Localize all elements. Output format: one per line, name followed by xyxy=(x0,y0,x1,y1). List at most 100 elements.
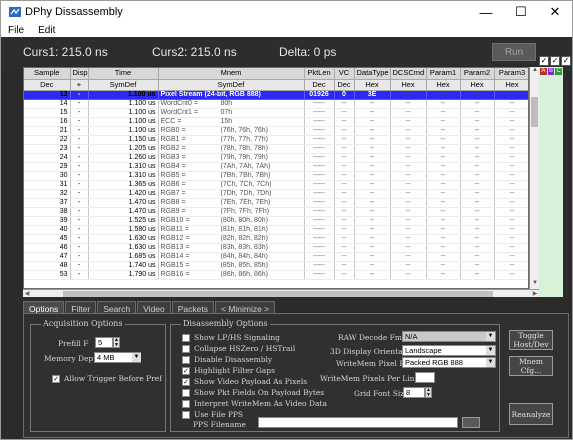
browse-button[interactable] xyxy=(462,417,480,428)
checkbox-box[interactable] xyxy=(182,355,190,364)
chevron-down-icon[interactable]: ▼ xyxy=(486,346,495,355)
prefill-stepper-icon[interactable]: ▲ ▼ xyxy=(113,337,120,348)
horizontal-scrollbar[interactable]: ◀ ▶ xyxy=(23,289,539,297)
column-header[interactable]: Disp xyxy=(70,68,89,80)
checkbox-box[interactable] xyxy=(182,344,190,353)
table-row[interactable]: 37-1.470 us RGB8 = (7Eh, 7Eh, 7Eh) ----- -- -… xyxy=(24,198,528,208)
column-format[interactable]: + xyxy=(70,79,89,91)
table-row[interactable]: 15-1.100 us WordCnt1 = 07h ----- -- -- -- -- -- -… xyxy=(24,108,528,118)
marker-a-icon[interactable]: A xyxy=(540,68,547,75)
check-icon[interactable]: ✓ xyxy=(550,56,560,66)
table-row[interactable]: 24-1.260 us RGB3 = (79h, 79h, 79h) ----- -- -… xyxy=(24,153,528,163)
table-row[interactable]: 23-1.205 us RGB2 = (78h, 78h, 78h) ----- -- -… xyxy=(24,144,528,154)
param1-cell: -- xyxy=(426,90,461,100)
column-header[interactable]: Param3 xyxy=(494,68,528,80)
mnem-cfg-button[interactable]: Mnem Cfg... xyxy=(509,356,553,376)
grid-font-stepper-icon[interactable]: ▲ ▼ xyxy=(425,387,432,398)
table-row[interactable]: 39-1.525 us RGB10 = (80h, 80h, 80h) ----- --… xyxy=(24,216,528,226)
column-format[interactable]: Hex xyxy=(460,79,495,91)
toggle-host-dev-button[interactable]: Toggle Host/Dev xyxy=(509,330,553,350)
allow-trigger-checkbox[interactable]: ✓ Allow Trigger Before Pref xyxy=(52,374,162,383)
grid-font-input[interactable]: 8 xyxy=(403,387,425,398)
table-row[interactable]: 40-1.580 us RGB11 = (81h, 81h, 81h) ----- --… xyxy=(24,225,528,235)
column-format[interactable]: Dec xyxy=(334,79,355,91)
column-header[interactable]: Param1 xyxy=(426,68,461,80)
scroll-thumb-h[interactable] xyxy=(63,291,493,297)
close-icon[interactable]: ✕ xyxy=(538,1,572,23)
checkbox-box[interactable]: ✓ xyxy=(52,374,60,383)
reanalyze-button[interactable]: Reanalyze xyxy=(509,403,553,425)
column-format[interactable]: SymDef xyxy=(158,79,305,91)
disassembly-option-checkbox[interactable]: Collapse HSZero / HSTrail xyxy=(182,344,295,353)
scroll-right-icon[interactable]: ▶ xyxy=(531,290,539,298)
orientation-select[interactable]: Landscape xyxy=(402,345,496,356)
column-format[interactable]: Dec xyxy=(24,79,71,91)
disassembly-option-checkbox[interactable]: ✓ Show Video Payload As Pixels xyxy=(182,377,307,386)
dcscmd-cell: -- xyxy=(390,234,427,244)
table-row[interactable]: 47-1.685 us RGB14 = (84h, 84h, 84h) ----- --… xyxy=(24,252,528,262)
checkbox-box[interactable]: ✓ xyxy=(182,366,190,375)
prefill-input[interactable]: 5 xyxy=(95,337,113,348)
column-header[interactable]: DataType xyxy=(354,68,391,80)
checkbox-box[interactable] xyxy=(182,399,190,408)
table-row[interactable]: 48-1.740 us RGB15 = (85h, 85h, 85h) ----- --… xyxy=(24,261,528,271)
marker-b-icon[interactable]: B xyxy=(547,68,555,75)
check-icon[interactable]: ✓ xyxy=(539,56,549,66)
table-row[interactable]: 31-1.365 us RGB6 = (7Ch, 7Ch, 7Ch) ----- -- -… xyxy=(24,180,528,190)
disassembly-option-checkbox[interactable]: Interpret WriteMem As Video Data xyxy=(182,399,327,408)
checkbox-box[interactable]: ✓ xyxy=(182,377,190,386)
table-row[interactable]: 16-1.100 us ECC = 15h ----- -- -- -- -- -- -- xyxy=(24,117,528,127)
table-row[interactable]: 53-1.790 us RGB16 = (86h, 86h, 86h) ----- --… xyxy=(24,270,528,280)
run-button[interactable]: Run xyxy=(492,43,536,61)
check-icon[interactable]: ✓ xyxy=(561,56,571,66)
disassembly-option-checkbox[interactable]: ✓ Highlight Filter Gaps xyxy=(182,366,275,375)
disassembly-option-checkbox[interactable]: Show Pkt Fields On Payload Bytes xyxy=(182,388,324,397)
column-format[interactable]: Hex xyxy=(390,79,427,91)
disassembly-option-checkbox[interactable]: Show LP/HS Signaling xyxy=(182,333,280,342)
column-header[interactable]: VC xyxy=(334,68,355,80)
column-header[interactable]: Time xyxy=(88,68,159,80)
column-format[interactable]: Dec xyxy=(304,79,335,91)
writemem-format-select[interactable]: Packed RGB 888 xyxy=(402,357,496,368)
disassembly-grid[interactable]: Sample Disp Time Mnem PktLen VC DataType DCSCmd… xyxy=(23,67,529,289)
table-row[interactable]: 22-1.150 us RGB1 = (77h, 77h, 77h) ----- -- -… xyxy=(24,135,528,145)
vc-cell: -- xyxy=(334,243,355,253)
column-header[interactable]: Mnem xyxy=(158,68,305,80)
vertical-scrollbar[interactable]: ▲ ▼ xyxy=(529,67,539,289)
column-header[interactable]: PktLen xyxy=(304,68,335,80)
chevron-down-icon[interactable]: ▼ xyxy=(486,332,495,341)
disassembly-option-checkbox[interactable]: Use File PPS xyxy=(182,410,243,419)
table-row[interactable]: 38-1.470 us RGB9 = (7Fh, 7Fh, 7Fh) ----- -- -… xyxy=(24,207,528,217)
checkbox-box[interactable] xyxy=(182,410,190,419)
chevron-down-icon[interactable]: ▼ xyxy=(132,353,141,362)
table-row[interactable]: 46-1.630 us RGB13 = (83h, 83h, 83h) ----- --… xyxy=(24,243,528,253)
table-row-selected[interactable]: 13-1.100 us Pixel Stream (24-bit, RGB 888… xyxy=(24,90,528,100)
table-row[interactable]: 29-1.310 us RGB4 = (7Ah, 7Ah, 7Ah) ----- -- -… xyxy=(24,162,528,172)
table-row[interactable]: 21-1.100 us RGB0 = (76h, 76h, 76h) ----- -- -… xyxy=(24,126,528,136)
raw-decode-select[interactable]: N/A xyxy=(402,331,496,342)
scroll-thumb[interactable] xyxy=(531,97,538,127)
disassembly-option-checkbox[interactable]: Disable Disassembly xyxy=(182,355,272,364)
menu-file[interactable]: File xyxy=(1,25,31,36)
column-format[interactable]: SymDef xyxy=(88,79,159,91)
scroll-left-icon[interactable]: ◀ xyxy=(23,290,31,298)
checkbox-box[interactable] xyxy=(182,388,190,397)
minimize-icon[interactable]: — xyxy=(469,1,503,23)
table-row[interactable]: 45-1.630 us RGB12 = (82h, 82h, 82h) ----- --… xyxy=(24,234,528,244)
column-format[interactable]: Hex xyxy=(426,79,461,91)
chevron-down-icon[interactable]: ▼ xyxy=(486,358,495,367)
pps-filename-input[interactable] xyxy=(258,417,458,428)
column-header[interactable]: DCSCmd xyxy=(390,68,427,80)
table-row[interactable]: 30-1.310 us RGB5 = (7Bh, 7Bh, 7Bh) ----- -- -… xyxy=(24,171,528,181)
column-format[interactable]: Hex xyxy=(354,79,391,91)
table-row[interactable]: 14-1.100 us WordCnt0 = 80h ----- -- -- -- -- -- -… xyxy=(24,99,528,109)
menu-edit[interactable]: Edit xyxy=(31,25,62,36)
checkbox-box[interactable] xyxy=(182,333,190,342)
maximize-icon[interactable]: ☐ xyxy=(504,1,538,23)
column-header[interactable]: Sample xyxy=(24,68,71,80)
writemem-pixels-input[interactable] xyxy=(415,372,435,383)
marker-c-icon[interactable]: C xyxy=(555,68,563,75)
column-header[interactable]: Param2 xyxy=(460,68,495,80)
column-format[interactable]: Hex xyxy=(494,79,528,91)
table-row[interactable]: 32-1.420 us RGB7 = (7Dh, 7Dh, 7Dh) ----- -- -… xyxy=(24,189,528,199)
